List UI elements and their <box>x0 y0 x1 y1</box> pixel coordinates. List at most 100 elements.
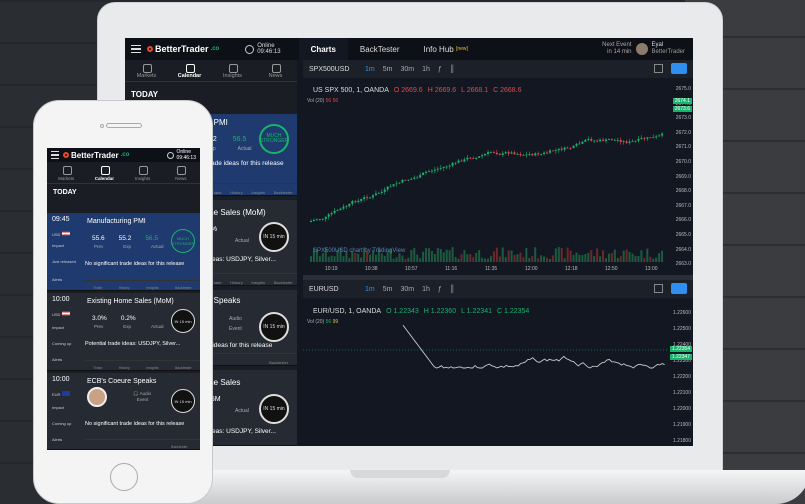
volume-bar <box>566 247 569 262</box>
avatar[interactable] <box>635 43 648 55</box>
candle <box>622 141 625 143</box>
tool-insights[interactable]: Insights <box>146 366 158 370</box>
nav-calendar[interactable]: Calendar <box>85 162 123 183</box>
indicators-icon[interactable]: ƒ <box>438 286 442 293</box>
candle <box>628 141 631 143</box>
candle-type-icon[interactable]: ║ <box>450 286 455 293</box>
menu-icon[interactable] <box>131 45 141 53</box>
tool-history[interactable]: History <box>230 190 242 195</box>
line-chart-eur[interactable] <box>303 308 667 446</box>
candle <box>336 210 339 211</box>
trade-ideas[interactable]: trade ideas for this release <box>207 160 284 167</box>
price-tick: 2663.0 <box>675 261 691 268</box>
interval-30m[interactable]: 30m <box>400 66 414 73</box>
nav-insights[interactable]: Insights <box>124 162 162 183</box>
trade-ideas[interactable]: e ideas for this release <box>207 342 272 349</box>
interval-1m[interactable]: 1m <box>365 66 375 73</box>
menu-icon[interactable] <box>51 151 59 159</box>
tool-backtester[interactable]: Backtester <box>274 280 293 285</box>
event-card-speaks[interactable]: 10:00 EUR Impact Coming up Alerts ECB's … <box>47 373 200 450</box>
candle <box>590 138 593 141</box>
home-button[interactable] <box>110 463 138 491</box>
indicators-icon[interactable]: ƒ <box>438 66 442 73</box>
impact-label: Impact <box>52 405 65 410</box>
nav-insights[interactable]: Insights <box>211 60 254 81</box>
popout-icon[interactable] <box>654 284 663 293</box>
tool-history[interactable]: History <box>230 280 242 285</box>
event-card-pmi[interactable]: 09:45 USD Impact Just released Alerts Ma… <box>47 213 200 291</box>
symbol-input[interactable]: SPX500USD <box>309 66 357 73</box>
next-event-time: in 14 min <box>607 49 632 55</box>
tool-backtester[interactable]: Backtester <box>269 360 288 365</box>
volume-bar <box>640 250 643 262</box>
tool-history[interactable]: History <box>119 286 130 290</box>
candle <box>428 170 430 172</box>
nav-markets[interactable]: Markets <box>47 162 85 183</box>
event-card-home-sales[interactable]: 10:00 USD Impact Coming up Alerts Existi… <box>47 293 200 371</box>
interval-1m[interactable]: 1m <box>365 286 375 293</box>
phone-nav: Markets Calendar Insights News <box>47 162 200 184</box>
phone-camera <box>100 124 104 128</box>
trade-ideas[interactable]: No significant trade ideas for this rele… <box>85 261 184 267</box>
tool-backtester[interactable]: Backtester <box>175 286 192 290</box>
trade-ideas[interactable]: ideas: USDJPY, Silver... <box>207 256 276 263</box>
trade-ideas[interactable]: Potential trade ideas: USDJPY, Silver... <box>85 341 180 347</box>
alerts-label: Alerts <box>52 277 63 282</box>
price-tick: 1.21800 <box>672 438 691 444</box>
popout-icon[interactable] <box>654 64 663 73</box>
volume-bar <box>380 253 383 262</box>
tool-insights[interactable]: Insights <box>251 190 265 195</box>
nav-calendar[interactable]: Calendar <box>168 60 211 81</box>
tool-backtester[interactable]: Backtester <box>274 190 293 195</box>
interval-30m[interactable]: 30m <box>400 286 414 293</box>
user-info[interactable]: Eyal BetterTrader <box>652 42 685 56</box>
chart-title[interactable]: US SPX 500, 1, OANDA <box>313 87 389 94</box>
candle-type-icon[interactable]: ║ <box>450 66 455 73</box>
interval-1h[interactable]: 1h <box>422 286 430 293</box>
exp-value: 55.2 <box>118 235 132 242</box>
candlestick-chart-spx[interactable] <box>303 102 667 262</box>
nav-news[interactable]: News <box>162 162 200 183</box>
headphones-icon: 🎧 <box>133 391 139 396</box>
camera-icon[interactable] <box>671 283 687 294</box>
tool-backtester[interactable]: Backtester <box>175 366 192 370</box>
interval-5m[interactable]: 5m <box>383 66 393 73</box>
tool-history[interactable]: History <box>119 366 130 370</box>
tool-insights[interactable]: Insights <box>251 280 265 285</box>
event-time: 09:45 <box>52 216 70 223</box>
phone-screen: BetterTrader .co Online 09:46:13 Markets … <box>47 148 200 450</box>
interval-5m[interactable]: 5m <box>383 286 393 293</box>
tab-charts[interactable]: Charts <box>298 38 348 60</box>
price-tick: 1.22600 <box>672 310 691 316</box>
tool-trade[interactable]: Trade <box>93 286 102 290</box>
logo-mark-icon <box>147 46 153 52</box>
app-logo[interactable]: BetterTrader .co <box>63 151 129 160</box>
tab-info-hub[interactable]: Info Hub [new] <box>411 38 479 60</box>
trade-ideas[interactable]: ideas: USDJPY, Silver... <box>207 428 276 435</box>
tab-backtester[interactable]: BackTester <box>348 38 412 60</box>
nav-markets[interactable]: Markets <box>125 60 168 81</box>
volume-bar <box>478 250 481 262</box>
online-time: 09:46:13 <box>176 155 196 161</box>
camera-icon[interactable] <box>671 63 687 74</box>
candle <box>625 141 628 143</box>
tool-trade[interactable]: Trade <box>93 366 102 370</box>
interval-1h[interactable]: 1h <box>422 66 430 73</box>
countdown-badge: IN 15 min <box>259 312 289 342</box>
symbol-input[interactable]: EURUSD <box>309 286 357 293</box>
price-tick: 2669.0 <box>675 173 691 180</box>
user-sub: BetterTrader <box>651 49 685 55</box>
candle <box>537 153 540 155</box>
next-event[interactable]: Next Event in 14 min <box>602 42 631 56</box>
nav-news[interactable]: News <box>254 60 297 81</box>
candle <box>484 153 487 156</box>
trade-ideas[interactable]: No significant trade ideas for this rele… <box>85 421 184 427</box>
app-logo[interactable]: BetterTrader .co <box>147 44 219 54</box>
volume-bar <box>554 248 557 262</box>
tool-backtester[interactable]: Backtester <box>171 445 188 449</box>
exp-label: Exp <box>123 324 132 329</box>
tool-insights[interactable]: Insights <box>146 286 158 290</box>
volume-bar <box>540 255 543 262</box>
volume-bar <box>569 250 572 262</box>
price-axis-eur: 1.22600 1.22500 1.22400 1.22300 1.22200 1.221… <box>667 300 693 446</box>
